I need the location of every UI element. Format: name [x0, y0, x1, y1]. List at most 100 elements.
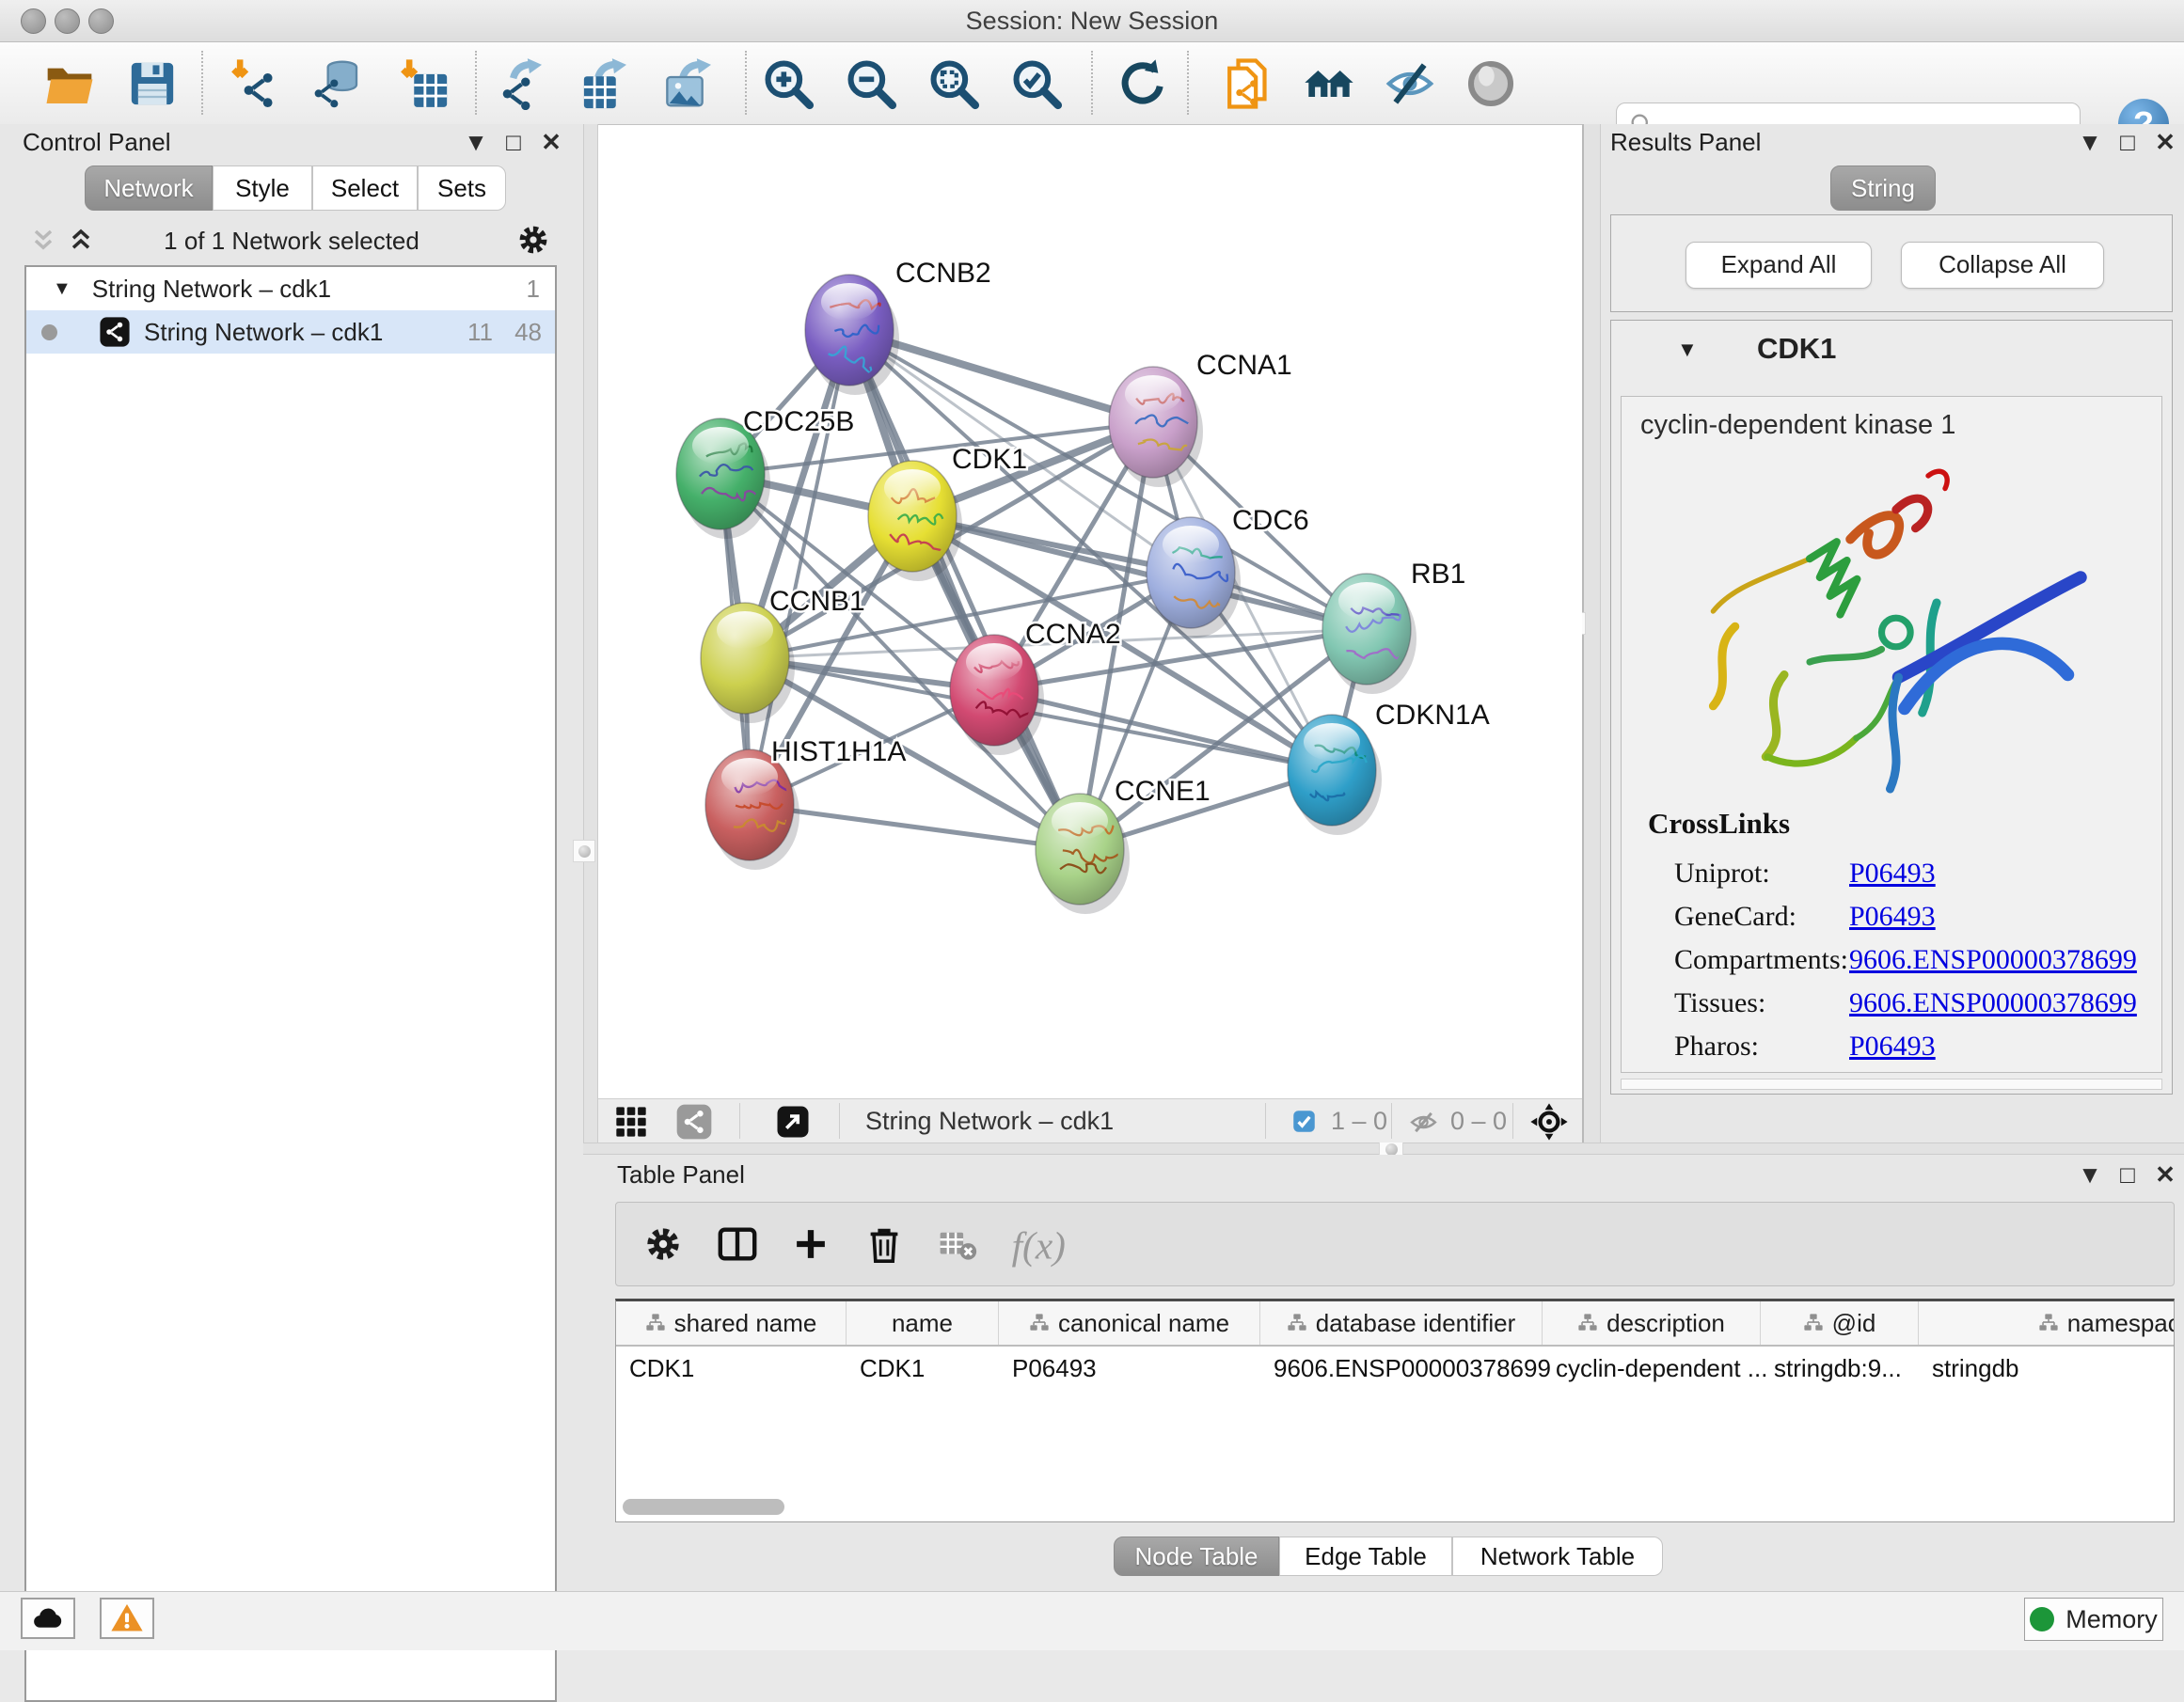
edge-CCNB2-CCNE1[interactable] [849, 330, 1080, 849]
panel-float-icon[interactable]: □ [2109, 128, 2146, 157]
results-scrollbar-track[interactable] [1621, 1079, 2162, 1090]
crosslink-link[interactable]: 9606.ENSP00000378699 [1849, 987, 2137, 1019]
add-column-icon[interactable] [791, 1224, 831, 1264]
hidden-eye-icon[interactable] [1408, 1107, 1439, 1138]
birdseye-view-icon[interactable] [776, 1105, 810, 1139]
panel-float-icon[interactable]: □ [495, 128, 532, 157]
column-header-name[interactable]: name [847, 1301, 999, 1345]
tab-style[interactable]: Style [213, 165, 312, 211]
edge-CCNB2-HIST1H1A[interactable] [750, 330, 849, 805]
column-header-description[interactable]: description [1543, 1301, 1761, 1345]
export-table-button[interactable] [578, 55, 635, 113]
crosslink-link[interactable]: 9606.ENSP00000378699 [1849, 944, 2137, 976]
table-row[interactable]: CDK1CDK1P064939606.ENSP00000378699cyclin… [616, 1347, 2175, 1390]
tab-network-table[interactable]: Network Table [1452, 1537, 1663, 1576]
hide-panels-button[interactable] [1382, 55, 1438, 113]
crosslink-link[interactable]: P06493 [1849, 901, 1936, 933]
table-cell[interactable]: 9606.ENSP00000378699 [1260, 1347, 1543, 1390]
tab-edge-table[interactable]: Edge Table [1279, 1537, 1452, 1576]
fit-selected-crosshair-icon[interactable] [1529, 1102, 1569, 1142]
zoom-in-icon [762, 57, 815, 110]
splitter-handle[interactable] [573, 840, 595, 862]
selected-checkbox-icon[interactable] [1291, 1109, 1317, 1134]
tab-string[interactable]: String [1830, 165, 1936, 211]
panel-collapse-icon[interactable]: ▼ [2071, 1160, 2109, 1190]
table-cell[interactable]: CDK1 [847, 1347, 999, 1390]
table-cell[interactable]: stringdb:9... [1761, 1347, 1919, 1390]
gene-description: cyclin-dependent kinase 1 [1640, 410, 1955, 441]
tab-network[interactable]: Network [85, 165, 213, 211]
node-table[interactable]: shared namename canonical name database id… [615, 1299, 2175, 1522]
warnings-button[interactable] [100, 1598, 154, 1639]
disclosure-triangle-icon[interactable]: ▼ [1677, 338, 1698, 362]
panel-close-icon[interactable]: ✕ [532, 128, 570, 157]
column-label: description [1606, 1309, 1725, 1338]
cloud-status-button[interactable] [21, 1598, 75, 1639]
table-cell[interactable]: stringdb [1919, 1347, 2175, 1390]
table-horizontal-scrollbar[interactable] [623, 1499, 784, 1515]
column-header-sharedname[interactable]: shared name [616, 1301, 847, 1345]
panel-collapse-icon[interactable]: ▼ [457, 128, 495, 157]
table-options-gear-icon[interactable] [642, 1223, 684, 1265]
table-cell[interactable]: P06493 [999, 1347, 1260, 1390]
zoom-in-button[interactable] [760, 55, 816, 113]
shared-column-icon [1577, 1313, 1598, 1333]
table-cell[interactable]: CDK1 [616, 1347, 847, 1390]
zoom-selected-button[interactable] [1008, 55, 1065, 113]
network-canvas[interactable]: CCNB2CCNA1CDC25BCDK1CDC6RB1CCNB1CCNA2CDK… [598, 125, 1582, 1098]
node-CCNA2[interactable]: CCNA2 [950, 619, 1121, 755]
network-row[interactable]: String Network – cdk1 11 48 [26, 310, 555, 354]
column-header-id[interactable]: @id [1761, 1301, 1919, 1345]
zoom-fit-button[interactable] [926, 55, 982, 113]
horizontal-splitter[interactable] [583, 1143, 2184, 1155]
crosslink-link[interactable]: P06493 [1849, 858, 1936, 890]
tab-sets[interactable]: Sets [418, 165, 506, 211]
tab-node-table[interactable]: Node Table [1114, 1537, 1279, 1576]
protein-structure-image [1659, 459, 2129, 797]
column-label: canonical name [1058, 1309, 1229, 1338]
panel-close-icon[interactable]: ✕ [2146, 1160, 2184, 1190]
gene-entry-header[interactable]: ▼ CDK1 [1611, 324, 2172, 383]
tab-select[interactable]: Select [312, 165, 418, 211]
apply-layout-button[interactable] [1115, 55, 1171, 113]
crosslink-link[interactable]: P06493 [1849, 1031, 1936, 1063]
save-session-button[interactable] [124, 55, 181, 113]
column-header-namespace[interactable]: namespace [1919, 1301, 2175, 1345]
node-label-CDKN1A: CDKN1A [1375, 700, 1490, 731]
delete-column-icon[interactable] [863, 1222, 906, 1266]
string-network-icon [99, 316, 131, 348]
presentation-mode-button[interactable] [1463, 55, 1519, 113]
disclosure-triangle-icon[interactable]: ▼ [53, 278, 71, 300]
show-columns-icon[interactable] [716, 1222, 759, 1266]
table-cell[interactable]: cyclin-dependent ... [1543, 1347, 1761, 1390]
expand-all-button[interactable]: Expand All [1685, 242, 1872, 289]
memory-button[interactable]: Memory [2024, 1598, 2163, 1641]
vertical-splitter-right[interactable] [1582, 124, 1601, 1143]
string-import-button[interactable] [1220, 55, 1276, 113]
string-view-icon[interactable] [675, 1103, 713, 1141]
collapse-all-button[interactable]: Collapse All [1901, 242, 2104, 289]
window-titlebar: Session: New Session [0, 0, 2184, 42]
export-image-button[interactable] [663, 55, 720, 113]
string-home-button[interactable] [1301, 55, 1357, 113]
export-network-button[interactable] [494, 55, 550, 113]
panel-float-icon[interactable]: □ [2109, 1160, 2146, 1190]
import-network-from-file-button[interactable] [224, 55, 280, 113]
column-header-canonicalname[interactable]: canonical name [999, 1301, 1260, 1345]
import-network-from-database-button[interactable] [309, 55, 365, 113]
crosslink-row: Pharos:P06493 [1674, 1031, 2144, 1074]
node-HIST1H1A[interactable]: HIST1H1A [705, 736, 906, 870]
zoom-out-button[interactable] [843, 55, 899, 113]
node-CDKN1A[interactable]: CDKN1A [1288, 700, 1490, 835]
node-CDC6[interactable]: CDC6 [1147, 505, 1309, 638]
node-RB1[interactable]: RB1 [1322, 559, 1465, 694]
node-CCNE1[interactable]: CCNE1 [1036, 776, 1211, 914]
open-session-button[interactable] [41, 55, 98, 113]
panel-close-icon[interactable]: ✕ [2146, 128, 2184, 157]
column-header-databaseidentifier[interactable]: database identifier [1260, 1301, 1543, 1345]
network-collection-row[interactable]: ▼ String Network – cdk1 1 [26, 267, 555, 310]
panel-collapse-icon[interactable]: ▼ [2071, 128, 2109, 157]
import-table-from-file-button[interactable] [393, 55, 450, 113]
network-options-gear-icon[interactable] [515, 222, 551, 258]
grid-view-icon[interactable] [613, 1104, 649, 1140]
